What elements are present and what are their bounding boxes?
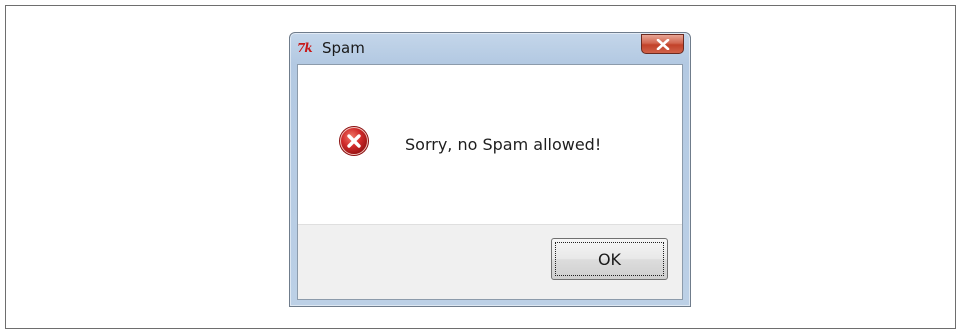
error-icon	[339, 126, 369, 156]
ok-button-label: OK	[555, 242, 664, 276]
error-message: Sorry, no Spam allowed!	[405, 135, 602, 154]
close-icon	[656, 39, 670, 50]
screenshot-frame: 7k Spam Sorry, no Spam allowed! OK	[5, 5, 956, 329]
window-title: Spam	[322, 39, 365, 57]
button-bar: OK	[298, 224, 682, 299]
message-area: Sorry, no Spam allowed!	[298, 65, 682, 225]
ok-button[interactable]: OK	[551, 238, 668, 280]
message-dialog: 7k Spam Sorry, no Spam allowed! OK	[289, 32, 691, 307]
close-button[interactable]	[641, 34, 684, 54]
tk-feather-icon: 7k	[297, 41, 313, 55]
dialog-client-area: Sorry, no Spam allowed! OK	[297, 64, 683, 300]
title-bar[interactable]: 7k Spam	[290, 33, 690, 64]
